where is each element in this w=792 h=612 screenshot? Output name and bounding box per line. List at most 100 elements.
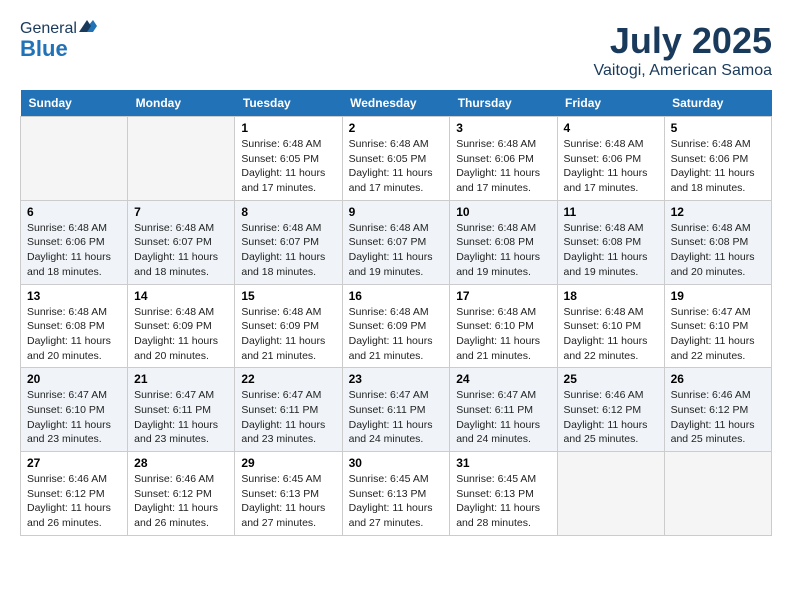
day-info: Sunrise: 6:47 AMSunset: 6:11 PMDaylight:…	[456, 388, 550, 447]
day-info: Sunrise: 6:48 AMSunset: 6:06 PMDaylight:…	[564, 137, 658, 196]
calendar-cell: 17Sunrise: 6:48 AMSunset: 6:10 PMDayligh…	[450, 284, 557, 368]
day-info: Sunrise: 6:48 AMSunset: 6:07 PMDaylight:…	[349, 221, 444, 280]
day-number: 24	[456, 372, 550, 386]
day-number: 17	[456, 289, 550, 303]
day-info: Sunrise: 6:48 AMSunset: 6:06 PMDaylight:…	[456, 137, 550, 196]
day-number: 18	[564, 289, 658, 303]
calendar-week-row: 6 Sunrise: 6:48 AMSunset: 6:06 PMDaylight…	[21, 200, 772, 284]
day-info: Sunrise: 6:48 AMSunset: 6:09 PMDaylight:…	[349, 305, 444, 364]
calendar-table: SundayMondayTuesdayWednesdayThursdayFrid…	[20, 90, 772, 536]
logo: General Blue	[20, 20, 97, 60]
calendar-cell: 4 Sunrise: 6:48 AMSunset: 6:06 PMDaylight…	[557, 117, 664, 201]
calendar-cell: 28 Sunrise: 6:46 AMSunset: 6:12 PMDayligh…	[128, 452, 235, 536]
day-info: Sunrise: 6:47 AMSunset: 6:11 PMDaylight:…	[134, 388, 228, 447]
calendar-cell	[557, 452, 664, 536]
day-info: Sunrise: 6:48 AMSunset: 6:06 PMDaylight:…	[27, 221, 121, 280]
day-number: 4	[564, 121, 658, 135]
day-number: 12	[671, 205, 765, 219]
day-info: Sunrise: 6:47 AMSunset: 6:11 PMDaylight:…	[349, 388, 444, 447]
day-info: Sunrise: 6:45 AMSunset: 6:13 PMDaylight:…	[349, 472, 444, 531]
calendar-cell: 1 Sunrise: 6:48 AMSunset: 6:05 PMDaylight…	[235, 117, 342, 201]
calendar-cell: 18Sunrise: 6:48 AMSunset: 6:10 PMDayligh…	[557, 284, 664, 368]
day-number: 1	[241, 121, 335, 135]
calendar-cell: 22Sunrise: 6:47 AMSunset: 6:11 PMDayligh…	[235, 368, 342, 452]
day-info: Sunrise: 6:46 AMSunset: 6:12 PMDaylight:…	[564, 388, 658, 447]
weekday-header-wednesday: Wednesday	[342, 90, 450, 117]
day-number: 8	[241, 205, 335, 219]
calendar-week-row: 1 Sunrise: 6:48 AMSunset: 6:05 PMDaylight…	[21, 117, 772, 201]
day-info: Sunrise: 6:48 AMSunset: 6:09 PMDaylight:…	[241, 305, 335, 364]
day-number: 15	[241, 289, 335, 303]
calendar-cell: 23Sunrise: 6:47 AMSunset: 6:11 PMDayligh…	[342, 368, 450, 452]
day-info: Sunrise: 6:48 AMSunset: 6:08 PMDaylight:…	[456, 221, 550, 280]
day-info: Sunrise: 6:46 AMSunset: 6:12 PMDaylight:…	[671, 388, 765, 447]
calendar-header-row: SundayMondayTuesdayWednesdayThursdayFrid…	[21, 90, 772, 117]
day-info: Sunrise: 6:48 AMSunset: 6:05 PMDaylight:…	[349, 137, 444, 196]
day-number: 31	[456, 456, 550, 470]
day-number: 21	[134, 372, 228, 386]
calendar-cell: 14 Sunrise: 6:48 AMSunset: 6:09 PMDayligh…	[128, 284, 235, 368]
calendar-cell	[21, 117, 128, 201]
day-info: Sunrise: 6:46 AMSunset: 6:12 PMDaylight:…	[134, 472, 228, 531]
day-info: Sunrise: 6:47 AMSunset: 6:10 PMDaylight:…	[671, 305, 765, 364]
day-number: 9	[349, 205, 444, 219]
calendar-week-row: 13 Sunrise: 6:48 AMSunset: 6:08 PMDayligh…	[21, 284, 772, 368]
day-info: Sunrise: 6:47 AMSunset: 6:11 PMDaylight:…	[241, 388, 335, 447]
day-number: 27	[27, 456, 121, 470]
calendar-cell: 29Sunrise: 6:45 AMSunset: 6:13 PMDayligh…	[235, 452, 342, 536]
calendar-week-row: 20 Sunrise: 6:47 AMSunset: 6:10 PMDayligh…	[21, 368, 772, 452]
weekday-header-thursday: Thursday	[450, 90, 557, 117]
calendar-cell: 30 Sunrise: 6:45 AMSunset: 6:13 PMDayligh…	[342, 452, 450, 536]
logo-blue-text: Blue	[20, 38, 68, 60]
day-number: 2	[349, 121, 444, 135]
day-number: 29	[241, 456, 335, 470]
day-info: Sunrise: 6:45 AMSunset: 6:13 PMDaylight:…	[456, 472, 550, 531]
day-number: 16	[349, 289, 444, 303]
day-info: Sunrise: 6:48 AMSunset: 6:08 PMDaylight:…	[27, 305, 121, 364]
calendar-cell: 19 Sunrise: 6:47 AMSunset: 6:10 PMDayligh…	[664, 284, 771, 368]
day-info: Sunrise: 6:48 AMSunset: 6:07 PMDaylight:…	[241, 221, 335, 280]
day-number: 14	[134, 289, 228, 303]
day-number: 13	[27, 289, 121, 303]
day-number: 28	[134, 456, 228, 470]
calendar-cell: 27 Sunrise: 6:46 AMSunset: 6:12 PMDayligh…	[21, 452, 128, 536]
calendar-cell: 9 Sunrise: 6:48 AMSunset: 6:07 PMDaylight…	[342, 200, 450, 284]
calendar-cell: 20 Sunrise: 6:47 AMSunset: 6:10 PMDayligh…	[21, 368, 128, 452]
day-number: 20	[27, 372, 121, 386]
logo-icon	[79, 18, 97, 36]
day-info: Sunrise: 6:48 AMSunset: 6:08 PMDaylight:…	[671, 221, 765, 280]
weekday-header-tuesday: Tuesday	[235, 90, 342, 117]
day-number: 6	[27, 205, 121, 219]
calendar-cell: 6 Sunrise: 6:48 AMSunset: 6:06 PMDaylight…	[21, 200, 128, 284]
calendar-cell: 15 Sunrise: 6:48 AMSunset: 6:09 PMDayligh…	[235, 284, 342, 368]
calendar-cell	[664, 452, 771, 536]
day-number: 19	[671, 289, 765, 303]
calendar-week-row: 27 Sunrise: 6:46 AMSunset: 6:12 PMDayligh…	[21, 452, 772, 536]
calendar-cell: 7Sunrise: 6:48 AMSunset: 6:07 PMDaylight…	[128, 200, 235, 284]
weekday-header-sunday: Sunday	[21, 90, 128, 117]
weekday-header-saturday: Saturday	[664, 90, 771, 117]
day-info: Sunrise: 6:48 AMSunset: 6:08 PMDaylight:…	[564, 221, 658, 280]
calendar-cell: 5Sunrise: 6:48 AMSunset: 6:06 PMDaylight…	[664, 117, 771, 201]
location-text: Vaitogi, American Samoa	[594, 62, 772, 80]
calendar-cell: 2 Sunrise: 6:48 AMSunset: 6:05 PMDaylight…	[342, 117, 450, 201]
day-info: Sunrise: 6:48 AMSunset: 6:05 PMDaylight:…	[241, 137, 335, 196]
day-number: 11	[564, 205, 658, 219]
day-number: 10	[456, 205, 550, 219]
calendar-cell: 24 Sunrise: 6:47 AMSunset: 6:11 PMDayligh…	[450, 368, 557, 452]
title-block: July 2025 Vaitogi, American Samoa	[594, 20, 772, 80]
day-info: Sunrise: 6:46 AMSunset: 6:12 PMDaylight:…	[27, 472, 121, 531]
day-info: Sunrise: 6:48 AMSunset: 6:07 PMDaylight:…	[134, 221, 228, 280]
day-info: Sunrise: 6:48 AMSunset: 6:09 PMDaylight:…	[134, 305, 228, 364]
month-title: July 2025	[594, 20, 772, 62]
day-info: Sunrise: 6:47 AMSunset: 6:10 PMDaylight:…	[27, 388, 121, 447]
day-info: Sunrise: 6:48 AMSunset: 6:06 PMDaylight:…	[671, 137, 765, 196]
calendar-cell: 12 Sunrise: 6:48 AMSunset: 6:08 PMDayligh…	[664, 200, 771, 284]
calendar-cell: 16 Sunrise: 6:48 AMSunset: 6:09 PMDayligh…	[342, 284, 450, 368]
weekday-header-friday: Friday	[557, 90, 664, 117]
calendar-cell: 31 Sunrise: 6:45 AMSunset: 6:13 PMDayligh…	[450, 452, 557, 536]
calendar-cell: 26Sunrise: 6:46 AMSunset: 6:12 PMDayligh…	[664, 368, 771, 452]
day-number: 30	[349, 456, 444, 470]
calendar-cell: 3Sunrise: 6:48 AMSunset: 6:06 PMDaylight…	[450, 117, 557, 201]
calendar-cell: 11 Sunrise: 6:48 AMSunset: 6:08 PMDayligh…	[557, 200, 664, 284]
